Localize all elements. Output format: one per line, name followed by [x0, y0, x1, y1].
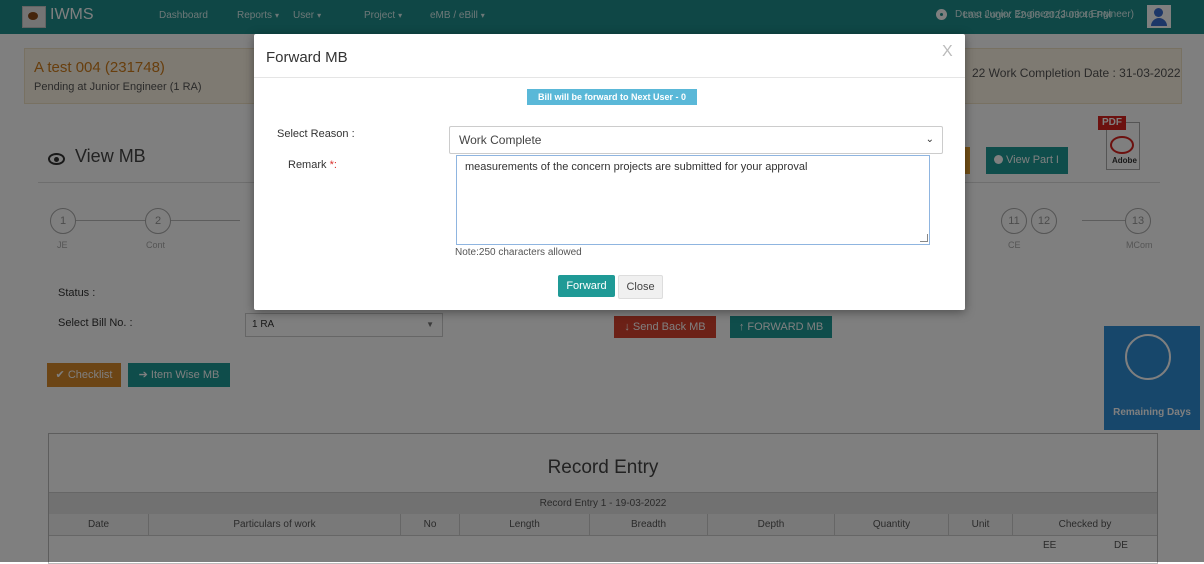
close-icon[interactable]: X: [942, 43, 953, 61]
info-badge: Bill will be forward to Next User - 0: [527, 89, 697, 105]
remark-label: Remark *:: [288, 159, 337, 171]
divider: [254, 77, 965, 78]
reason-label: Select Reason :: [277, 128, 355, 140]
character-note: Note:250 characters allowed: [455, 247, 582, 258]
resize-handle-icon[interactable]: [920, 234, 928, 242]
close-button[interactable]: Close: [618, 275, 663, 299]
reason-select[interactable]: Work Complete ⌄: [449, 126, 943, 154]
chevron-down-icon: ⌄: [925, 134, 934, 145]
dialog-title: Forward MB: [266, 49, 348, 66]
remark-text: measurements of the concern projects are…: [465, 161, 808, 173]
forward-mb-dialog: Forward MB X Bill will be forward to Nex…: [254, 34, 965, 310]
forward-button[interactable]: Forward: [558, 275, 615, 297]
